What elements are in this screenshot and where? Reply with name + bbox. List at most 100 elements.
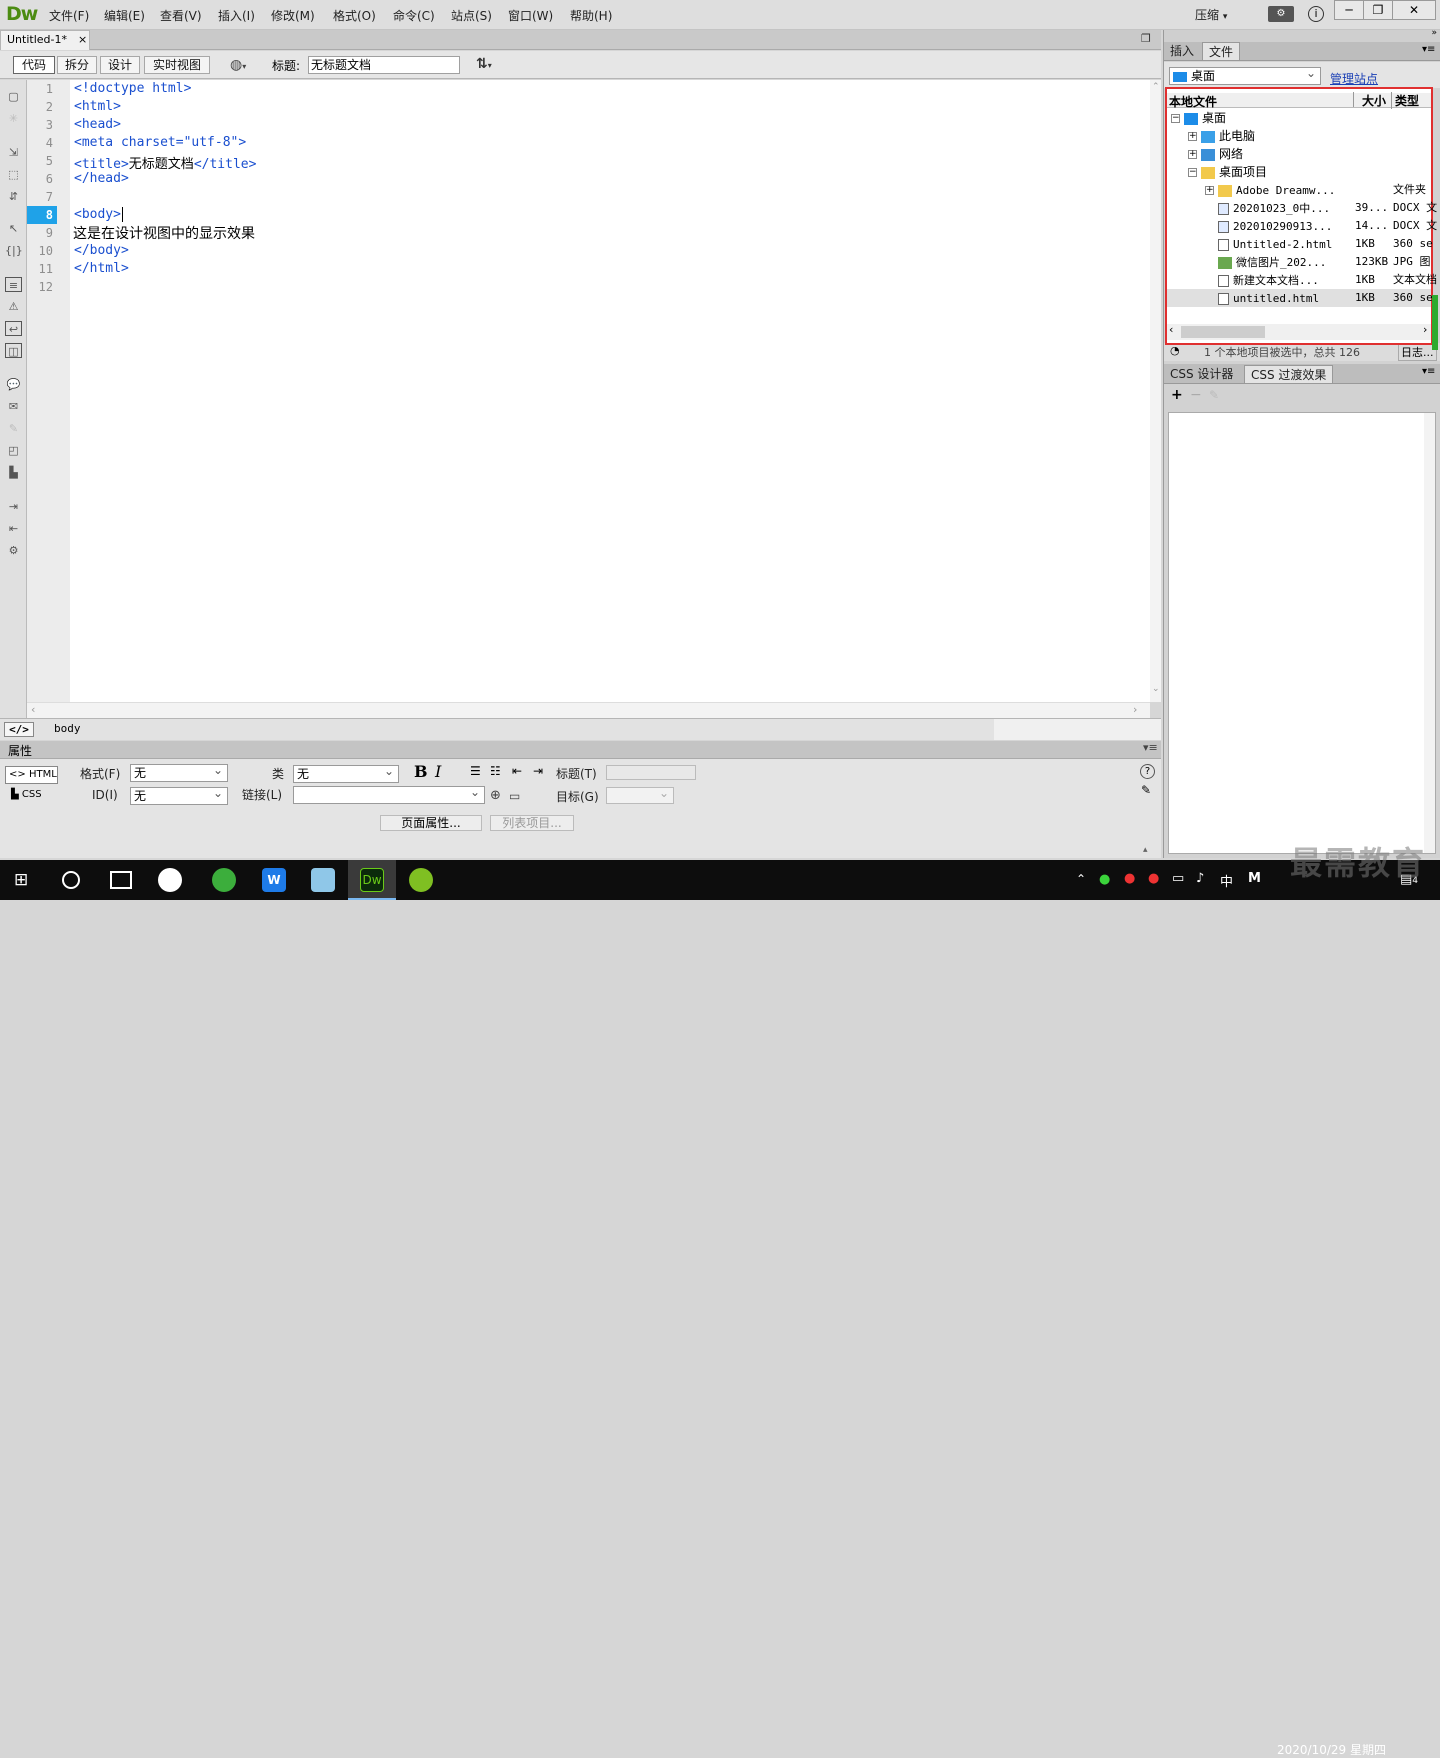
css-mode-button[interactable]: ▙ CSS (11, 789, 42, 800)
outdent-icon[interactable]: ⇤ (512, 764, 522, 778)
scroll-left-icon[interactable]: ‹ (31, 703, 35, 716)
document-tab[interactable]: Untitled-1* × (0, 30, 90, 50)
syntax-coloring-icon[interactable]: ◫ (5, 343, 22, 358)
design-view-button[interactable]: 设计 (100, 56, 140, 74)
word-wrap-icon[interactable]: ↩ (5, 321, 22, 336)
menu-help[interactable]: 帮助(H) (570, 7, 612, 24)
expand-toggle-icon[interactable]: + (1205, 186, 1214, 195)
scroll-thumb[interactable] (1181, 326, 1265, 338)
tag-selector-button[interactable]: </> (4, 722, 34, 737)
add-transition-icon[interactable]: + (1171, 387, 1183, 403)
restore-doc-icon[interactable]: ❐ (1141, 32, 1151, 45)
menu-commands[interactable]: 命令(C) (393, 7, 435, 24)
browser-360-icon[interactable] (212, 868, 236, 892)
panel-menu-icon[interactable]: ▾≡ (1143, 741, 1158, 754)
files-panel-menu-icon[interactable]: ▾≡ (1422, 44, 1435, 55)
format-select[interactable]: 无 (130, 762, 228, 782)
menu-format[interactable]: 格式(O) (333, 7, 376, 24)
file-tree-row[interactable]: + 此电脑 (1167, 127, 1431, 145)
tab-files[interactable]: 文件 (1202, 42, 1241, 60)
file-tree-row[interactable]: Untitled-2.html 1KB 360 se (1167, 235, 1433, 253)
balance-braces-icon[interactable]: {|} (5, 243, 23, 258)
menu-edit[interactable]: 编辑(E) (104, 7, 145, 24)
expand-toggle-icon[interactable]: − (1188, 168, 1197, 177)
open-documents-icon[interactable]: ▢ (5, 89, 22, 104)
qq-icon[interactable]: ● (1124, 871, 1135, 886)
tag-body[interactable]: body (54, 722, 81, 735)
recent-snippets-icon[interactable]: ◰ (5, 443, 22, 458)
workspace-switcher[interactable]: 压缩 ▾ (1195, 6, 1227, 23)
file-tree-row[interactable]: untitled.html 1KB 360 se (1167, 289, 1433, 307)
log-button[interactable]: 日志... (1398, 343, 1437, 361)
app-green-icon[interactable] (409, 868, 433, 892)
edit-transition-icon[interactable]: ✎ (1209, 388, 1219, 402)
ordered-list-icon[interactable]: ☷ (490, 764, 501, 778)
help-icon[interactable]: ? (1140, 764, 1155, 779)
volume-icon[interactable]: ♪ (1196, 871, 1204, 886)
app-pinwheel-icon[interactable] (158, 868, 182, 892)
file-tree-row[interactable]: 20201023_0中... 39... DOCX 文 (1167, 199, 1437, 217)
tab-css-designer[interactable]: CSS 设计器 (1164, 365, 1239, 383)
windows-start-icon[interactable]: ⊞ (14, 871, 34, 889)
menu-modify[interactable]: 修改(M) (271, 7, 315, 24)
scroll-right-icon[interactable]: › (1423, 323, 1427, 336)
scroll-up-icon[interactable]: ⌃ (1152, 82, 1160, 92)
menu-view[interactable]: 查看(V) (160, 7, 202, 24)
info-icon[interactable]: i (1308, 6, 1324, 22)
file-tree-row[interactable]: 微信图片_202... 123KB JPG 图 (1167, 253, 1431, 271)
preview-globe-icon[interactable]: ◍▾ (230, 57, 246, 73)
expand-toggle-icon[interactable]: + (1188, 132, 1197, 141)
code-editor[interactable]: <!doctype html> <html> <head> <meta char… (70, 80, 1150, 702)
id-select[interactable]: 无 (130, 785, 228, 805)
line-numbers-icon[interactable]: ≡ (5, 277, 22, 292)
ime-indicator[interactable]: 中 (1220, 871, 1233, 890)
scroll-left-icon[interactable]: ‹ (1169, 323, 1173, 336)
point-to-file-icon[interactable]: ⊕ (490, 788, 501, 803)
app-blue-icon[interactable] (311, 868, 335, 892)
css-scrollbar[interactable] (1424, 413, 1435, 853)
minimize-button[interactable]: ─ (1334, 0, 1364, 20)
split-view-button[interactable]: 拆分 (57, 56, 97, 74)
expand-properties-icon[interactable]: ▴ (1143, 845, 1148, 855)
browse-folder-icon[interactable]: ▭ (509, 789, 520, 803)
restore-button[interactable]: ❐ (1363, 0, 1393, 20)
search-icon[interactable] (62, 871, 80, 889)
menu-window[interactable]: 窗口(W) (508, 7, 553, 24)
collapse-selection-icon[interactable]: ⬚ (5, 167, 22, 182)
quick-tag-editor-icon[interactable]: ✎ (1141, 783, 1151, 797)
remove-comment-icon[interactable]: ✉ (5, 399, 22, 414)
css-panel-menu-icon[interactable]: ▾≡ (1422, 366, 1435, 377)
show-code-navigator-icon[interactable]: ✳ (5, 111, 22, 126)
unordered-list-icon[interactable]: ☰ (470, 764, 481, 778)
ime-mode-icon[interactable]: M (1248, 871, 1261, 886)
collapse-full-tag-icon[interactable]: ⇲ (5, 145, 22, 160)
indent-icon[interactable]: ⇥ (533, 764, 543, 778)
indent-code-icon[interactable]: ⇥ (5, 499, 22, 514)
code-view-button[interactable]: 代码 (13, 56, 55, 74)
format-source-code-icon[interactable]: ⚙ (5, 543, 22, 558)
list-item-button[interactable]: 列表项目... (490, 815, 574, 831)
code-horizontal-scrollbar[interactable]: ‹ › (27, 702, 1150, 718)
highlight-invalid-code-icon[interactable]: ⚠ (5, 299, 22, 314)
taskbar-dreamweaver[interactable]: Dw (348, 860, 396, 900)
move-css-icon[interactable]: ▙ (5, 465, 22, 480)
page-title-input[interactable]: 无标题文档 (308, 56, 460, 74)
live-view-button[interactable]: 实时视图 (144, 56, 210, 74)
task-view-icon[interactable] (110, 871, 132, 889)
menu-insert[interactable]: 插入(I) (218, 7, 255, 24)
link-input[interactable] (293, 784, 485, 804)
page-properties-button[interactable]: 页面属性... (380, 815, 482, 831)
close-tab-icon[interactable]: × (78, 31, 87, 49)
wechat-icon[interactable]: ● (1099, 872, 1110, 887)
html-mode-button[interactable]: <> HTML (5, 766, 58, 784)
scroll-down-icon[interactable]: ⌄ (1152, 684, 1160, 694)
resize-handle[interactable] (1432, 295, 1438, 350)
expand-toggle-icon[interactable]: + (1188, 150, 1197, 159)
target-select[interactable]: ⌄ (606, 786, 674, 804)
scroll-right-icon[interactable]: › (1133, 703, 1137, 716)
code-vertical-scrollbar[interactable]: ⌃ ⌄ (1150, 80, 1161, 702)
menu-file[interactable]: 文件(F) (49, 7, 89, 24)
class-select[interactable]: 无 (293, 763, 399, 783)
close-window-button[interactable]: ✕ (1392, 0, 1436, 20)
remove-transition-icon[interactable]: − (1190, 387, 1202, 403)
